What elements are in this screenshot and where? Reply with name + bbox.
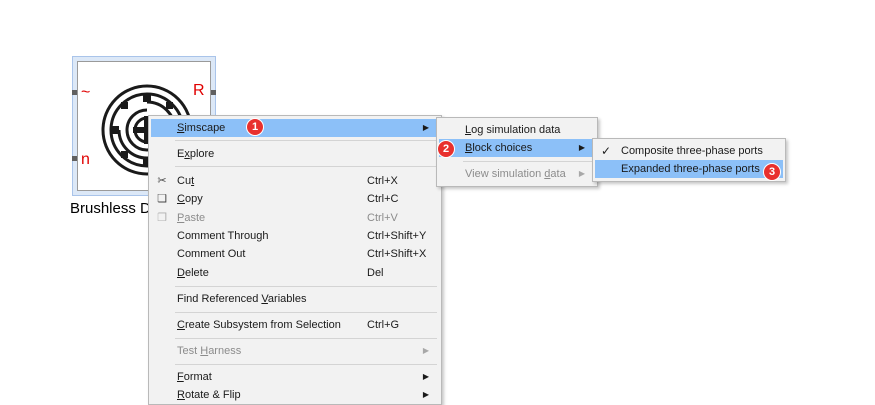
menu-item-delete[interactable]: Delete Del <box>151 264 439 282</box>
menu-item-test-harness[interactable]: Test Harness ▶ <box>151 342 439 360</box>
simscape-submenu: Log simulation data Block choices ▶ View… <box>436 117 598 187</box>
port-label-tilde: ~ <box>81 84 91 101</box>
scissors-icon: ✂ <box>157 175 167 187</box>
menu-item-rotate-flip[interactable]: Rotate & Flip ▶ <box>151 386 439 404</box>
menu-item-label: Log simulation data <box>465 124 561 136</box>
menu-item-shortcut: Ctrl+Shift+X <box>367 248 427 260</box>
menu-item-shortcut: Ctrl+Shift+Y <box>367 230 427 242</box>
menu-item-label: Copy <box>177 193 203 205</box>
menu-separator <box>175 338 437 339</box>
left-port-stub-bottom[interactable] <box>72 156 77 161</box>
menu-separator <box>463 161 593 162</box>
menu-item-view-simulation-data[interactable]: View simulation data ▶ <box>439 165 595 183</box>
block-choices-submenu: ✓ Composite three-phase ports Expanded t… <box>592 138 786 182</box>
menu-item-block-choices[interactable]: Block choices ▶ <box>439 139 595 157</box>
submenu-arrow-icon: ▶ <box>422 123 429 132</box>
menu-item-label: Expanded three-phase ports <box>621 163 760 175</box>
submenu-arrow-icon: ▶ <box>422 390 429 399</box>
menu-item-label: Find Referenced Variables <box>177 293 307 305</box>
menu-separator <box>175 364 437 365</box>
menu-item-label: Explore <box>177 148 215 160</box>
menu-item-label: Simscape <box>177 122 226 134</box>
menu-separator <box>175 286 437 287</box>
menu-item-label: Composite three-phase ports <box>621 145 763 157</box>
port-label-n: n <box>81 151 90 168</box>
menu-item-shortcut: Ctrl+G <box>367 319 400 331</box>
copy-icon: ❏ <box>157 193 167 205</box>
menu-item-copy[interactable]: ❏ Copy Ctrl+C <box>151 190 439 208</box>
menu-item-log-simulation-data[interactable]: Log simulation data <box>439 121 595 139</box>
context-menu: Simscape ▶ Explore ✂ Cut Ctrl+X ❏ Copy C… <box>148 115 442 405</box>
menu-separator <box>175 140 437 141</box>
right-port-stub[interactable] <box>211 90 216 95</box>
menu-item-explore[interactable]: Explore <box>151 145 439 163</box>
menu-item-label: Format <box>177 371 212 383</box>
menu-item-expanded-three-phase-ports[interactable]: Expanded three-phase ports <box>595 160 783 178</box>
menu-item-simscape[interactable]: Simscape ▶ <box>151 119 439 137</box>
menu-item-find-referenced-variables[interactable]: Find Referenced Variables <box>151 290 439 308</box>
step-badge-2: 2 <box>437 140 455 158</box>
paste-icon: ❐ <box>157 212 167 224</box>
menu-item-label: Comment Out <box>177 248 246 260</box>
menu-item-label: Delete <box>177 267 209 279</box>
menu-item-label: Block choices <box>465 142 533 154</box>
menu-item-shortcut: Del <box>367 267 384 279</box>
menu-item-shortcut: Ctrl+C <box>367 193 399 205</box>
menu-item-shortcut: Ctrl+X <box>367 175 398 187</box>
menu-separator <box>175 166 437 167</box>
checkmark-icon: ✓ <box>600 144 612 158</box>
menu-item-label: Test Harness <box>177 345 242 357</box>
menu-item-shortcut: Ctrl+V <box>367 212 398 224</box>
menu-item-label: Rotate & Flip <box>177 389 241 401</box>
menu-item-paste[interactable]: ❐ Paste Ctrl+V <box>151 209 439 227</box>
menu-item-composite-three-phase-ports[interactable]: ✓ Composite three-phase ports <box>595 142 783 160</box>
submenu-arrow-icon: ▶ <box>578 143 585 152</box>
menu-separator <box>175 312 437 313</box>
step-badge-3: 3 <box>763 163 781 181</box>
submenu-arrow-icon: ▶ <box>578 169 585 178</box>
menu-item-format[interactable]: Format ▶ <box>151 368 439 386</box>
menu-item-label: Paste <box>177 212 206 224</box>
submenu-arrow-icon: ▶ <box>422 372 429 381</box>
menu-item-label: Create Subsystem from Selection <box>177 319 341 331</box>
menu-item-label: View simulation data <box>465 168 566 180</box>
left-port-stub-top[interactable] <box>72 90 77 95</box>
step-badge-1: 1 <box>246 118 264 136</box>
menu-item-label: Comment Through <box>177 230 269 242</box>
menu-item-label: Cut <box>177 175 195 187</box>
menu-item-create-subsystem[interactable]: Create Subsystem from Selection Ctrl+G <box>151 316 439 334</box>
submenu-arrow-icon: ▶ <box>422 346 429 355</box>
menu-item-comment-out[interactable]: Comment Out Ctrl+Shift+X <box>151 245 439 263</box>
menu-item-cut[interactable]: ✂ Cut Ctrl+X <box>151 172 439 190</box>
menu-item-comment-through[interactable]: Comment Through Ctrl+Shift+Y <box>151 227 439 245</box>
